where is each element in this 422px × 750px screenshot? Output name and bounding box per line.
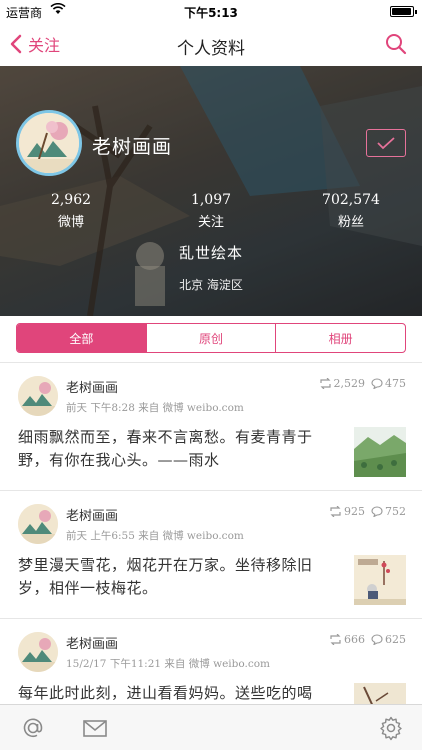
post-counts: 925 752 — [329, 505, 406, 518]
profile-bio: 乱世绘本 — [178, 244, 243, 262]
post-feed: 老树画画 前天 下午8:28 来自 微博 weibo.com 2,529 475… — [0, 363, 422, 704]
post-text: 梦里漫天雪花，烟花开在万家。坐待移除旧岁，相伴一枝梅花。 — [18, 556, 313, 597]
comment-count: 625 — [385, 633, 406, 646]
stat-label: 关注 — [197, 215, 224, 230]
post-meta: 前天 上午6:55 来自 微博 weibo.com — [66, 530, 244, 542]
stat-label: 粉丝 — [337, 215, 364, 230]
repost-icon[interactable] — [329, 506, 342, 517]
post-item[interactable]: 老树画画 前天 上午6:55 来自 微博 weibo.com 925 752 梦… — [0, 491, 422, 619]
repost-icon[interactable] — [329, 634, 342, 645]
stat-value: 1,097 — [190, 192, 232, 208]
search-button[interactable] — [384, 32, 408, 56]
post-avatar[interactable] — [18, 504, 58, 544]
post-author[interactable]: 老树画画 — [66, 633, 118, 652]
segment-original[interactable]: 原创 — [145, 324, 276, 352]
envelope-icon — [83, 720, 107, 737]
stat-value: 2,962 — [50, 192, 92, 208]
segment-album[interactable]: 相册 — [275, 324, 405, 352]
profile-avatar[interactable] — [16, 110, 82, 176]
gear-icon — [380, 716, 402, 741]
post-counts: 666 625 — [329, 633, 406, 646]
comment-icon[interactable] — [371, 378, 383, 389]
search-icon — [386, 34, 407, 55]
repost-count: 925 — [344, 505, 365, 518]
post-avatar[interactable] — [18, 632, 58, 672]
stat-posts[interactable]: 2,962 微博 — [11, 192, 131, 230]
post-item[interactable]: 老树画画 前天 下午8:28 来自 微博 weibo.com 2,529 475… — [0, 363, 422, 491]
stat-followers[interactable]: 702,574 粉丝 — [291, 192, 411, 230]
profile-header: 老树画画 2,962 微博 1,097 关注 702,574 粉丝 乱世绘本 北… — [0, 66, 422, 316]
comment-icon[interactable] — [371, 634, 383, 645]
comment-icon[interactable] — [371, 506, 383, 517]
stat-value: 702,574 — [322, 192, 380, 208]
comment-count: 475 — [385, 377, 406, 390]
battery-icon — [390, 6, 417, 17]
post-image[interactable] — [354, 683, 406, 704]
segment-all[interactable]: 全部 — [17, 324, 146, 352]
post-meta: 15/2/17 下午11:21 来自 微博 weibo.com — [66, 658, 271, 670]
post-counts: 2,529 475 — [319, 377, 406, 390]
profile-stats: 2,962 微博 1,097 关注 702,574 粉丝 — [0, 192, 422, 232]
mentions-tab[interactable] — [20, 715, 46, 741]
post-image[interactable] — [354, 555, 406, 605]
profile-location: 北京 海淀区 — [179, 278, 243, 292]
repost-count: 666 — [344, 633, 365, 646]
tab-bar — [0, 704, 422, 750]
stat-label: 微博 — [57, 215, 84, 230]
status-bar: 运营商 下午5:13 — [0, 0, 422, 22]
post-item[interactable]: 老树画画 15/2/17 下午11:21 来自 微博 weibo.com 666… — [0, 619, 422, 704]
post-author[interactable]: 老树画画 — [66, 505, 118, 524]
comment-count: 752 — [385, 505, 406, 518]
page-title: 个人资料 — [177, 39, 245, 59]
at-icon — [23, 718, 43, 738]
checkmark-icon — [377, 137, 395, 150]
post-text: 细雨飘然而至，春来不言离愁。有麦青青于野，有你在我心头。——雨水 — [18, 428, 313, 469]
navigation-bar: 关注 个人资料 — [0, 22, 422, 66]
repost-count: 2,529 — [333, 377, 366, 390]
feed-filter-segments: 全部 原创 相册 — [16, 323, 406, 353]
post-image[interactable] — [354, 427, 406, 477]
messages-tab[interactable] — [82, 715, 108, 741]
post-text: 每年此时此刻，进山看看妈妈。送些吃的喝 — [18, 684, 313, 702]
profile-name: 老树画画 — [92, 136, 173, 158]
settings-tab[interactable] — [378, 715, 404, 741]
following-button[interactable] — [366, 129, 406, 157]
clock: 下午5:13 — [184, 6, 238, 20]
post-meta: 前天 下午8:28 来自 微博 weibo.com — [66, 402, 244, 414]
post-avatar[interactable] — [18, 376, 58, 416]
post-author[interactable]: 老树画画 — [66, 377, 118, 396]
stat-following[interactable]: 1,097 关注 — [151, 192, 271, 230]
repost-icon[interactable] — [319, 378, 332, 389]
